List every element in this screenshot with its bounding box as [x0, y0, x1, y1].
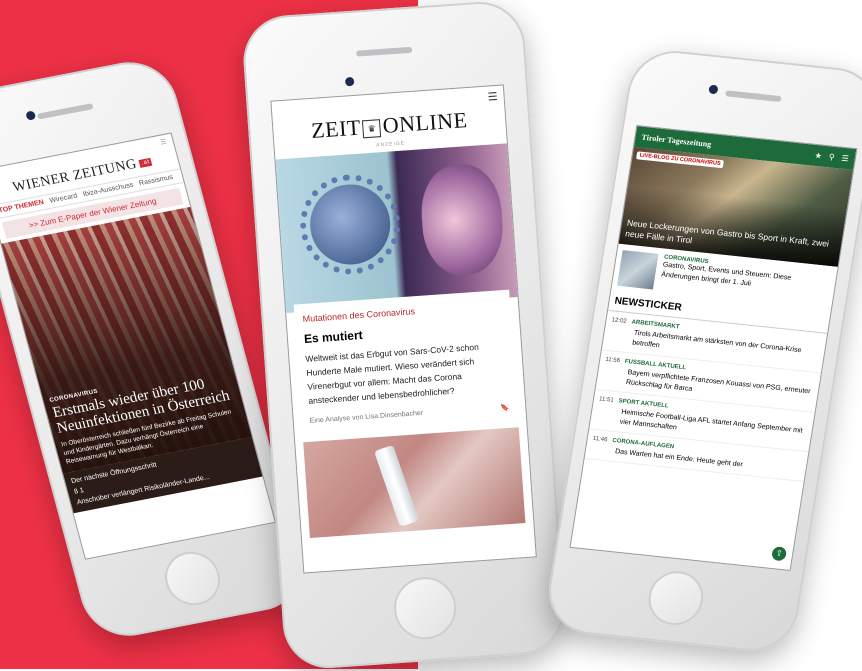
crest-icon: ♛ — [362, 119, 382, 139]
bookmark-icon[interactable]: 🔖 — [500, 404, 509, 413]
home-button[interactable] — [159, 547, 227, 610]
nav-item-wirecard[interactable]: Wirecard — [49, 193, 78, 205]
home-button[interactable] — [392, 575, 459, 642]
cell-image — [418, 162, 506, 278]
home-button[interactable] — [644, 568, 707, 628]
virus-image — [307, 181, 393, 268]
wz-hero-article[interactable]: CORONAVIRUS Erstmals wieder über 100 Neu… — [1, 206, 252, 474]
article-byline: Eine Analyse von Lisa Dinsenbacher 🔖 — [309, 404, 510, 425]
menu-icon[interactable]: ☰ — [487, 91, 498, 104]
article-text: Weltweit ist das Erbgut von Sars-CoV-2 s… — [305, 341, 480, 406]
nav-item-rassismus[interactable]: Rassismus — [138, 174, 173, 187]
phone-camera — [25, 110, 37, 121]
phone-zeit-online: ☰ ZEIT ♛ ONLINE ANZEIGE Mutationen des Cor… — [240, 0, 568, 671]
zo-hero-image[interactable] — [275, 143, 518, 314]
phone-screen: Tiroler Tageszeitung ★ ⚲ ☰ LIVE-BLOG ZU … — [569, 125, 858, 572]
search-icon[interactable]: ⚲ — [828, 152, 835, 162]
article-thumbnail — [617, 250, 659, 290]
nav-item-top-themen[interactable]: TOP THEMEN — [0, 199, 45, 214]
menu-icon[interactable]: ☰ — [159, 138, 168, 147]
phone-speaker — [356, 46, 413, 57]
zo-second-article-image[interactable] — [303, 427, 526, 539]
zo-article-card[interactable]: Mutationen des Coronavirus Es mutiert We… — [293, 289, 519, 433]
wz-logo-badge: .at — [138, 157, 153, 168]
phone-speaker — [725, 90, 782, 103]
tt-logo[interactable]: Tiroler Tageszeitung — [641, 133, 712, 149]
phone-screen: ☰ ZEIT ♛ ONLINE ANZEIGE Mutationen des Cor… — [270, 84, 537, 574]
phone-speaker — [37, 103, 94, 120]
scroll-up-button[interactable]: ⇧ — [771, 546, 788, 562]
star-icon[interactable]: ★ — [814, 151, 823, 161]
menu-icon[interactable]: ☰ — [841, 154, 850, 164]
phone-camera — [708, 84, 719, 95]
phone-camera — [344, 76, 355, 87]
